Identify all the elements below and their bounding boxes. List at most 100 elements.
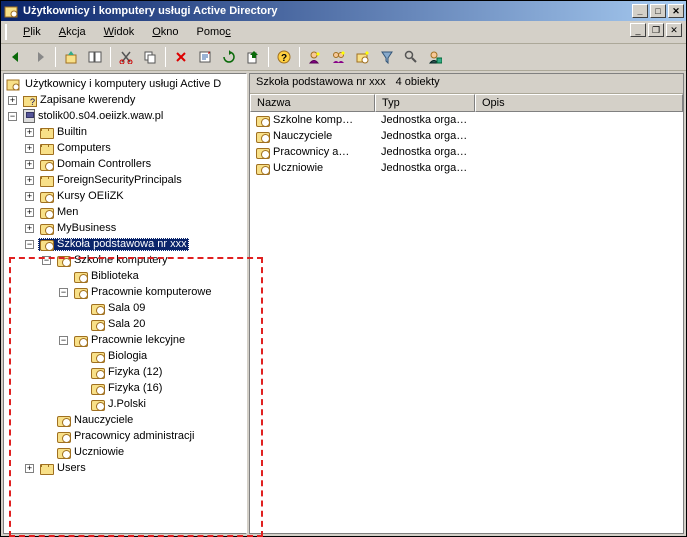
ou-icon: [91, 320, 105, 331]
menu-file[interactable]: Plik: [15, 24, 49, 40]
tree-builtin[interactable]: + Builtin: [4, 124, 246, 140]
tree-uczniowie[interactable]: Uczniowie: [4, 444, 246, 460]
tree-computers[interactable]: + Computers: [4, 140, 246, 156]
tree-fizyka16[interactable]: Fizyka (16): [4, 380, 246, 396]
menu-view[interactable]: Widok: [96, 24, 143, 40]
expander-icon[interactable]: +: [25, 208, 34, 217]
toolbar: ?: [1, 43, 686, 71]
tree-men[interactable]: + Men: [4, 204, 246, 220]
window-title: Użytkownicy i komputery usługi Active Di…: [23, 5, 632, 17]
show-hide-button[interactable]: [84, 46, 106, 68]
ou-icon: [40, 240, 54, 251]
tree-root[interactable]: Użytkownicy i komputery usługi Active D: [4, 76, 246, 92]
ou-icon: [57, 432, 71, 443]
tree-pracownicy-admin[interactable]: Pracownicy administracji: [4, 428, 246, 444]
ou-icon: [40, 192, 54, 203]
tree-sala20[interactable]: Sala 20: [4, 316, 246, 332]
new-user-button[interactable]: [304, 46, 326, 68]
maximize-button[interactable]: □: [650, 4, 666, 18]
refresh-button[interactable]: [218, 46, 240, 68]
col-name[interactable]: Nazwa: [250, 94, 375, 112]
list-item[interactable]: Nauczyciele Jednostka orga…: [250, 128, 683, 144]
tree-szkola[interactable]: − Szkoła podstawowa nr xxx: [4, 236, 246, 252]
expander-icon[interactable]: −: [59, 288, 68, 297]
tree-domain-controllers[interactable]: + Domain Controllers: [4, 156, 246, 172]
menubar-handle[interactable]: [5, 24, 11, 40]
tree-domain[interactable]: − stolik00.s04.oeiizk.waw.pl: [4, 108, 246, 124]
delete-button[interactable]: [170, 46, 192, 68]
list-pane: Szkoła podstawowa nr xxx 4 obiekty Nazwa…: [249, 73, 684, 534]
mdi-minimize-button[interactable]: _: [630, 23, 646, 37]
tree-kursy[interactable]: + Kursy OEIiZK: [4, 188, 246, 204]
folder-icon: [40, 176, 54, 187]
cut-button[interactable]: [115, 46, 137, 68]
ou-icon: [40, 208, 54, 219]
expander-icon[interactable]: −: [8, 112, 17, 121]
tree-biologia[interactable]: Biologia: [4, 348, 246, 364]
expander-icon[interactable]: −: [25, 240, 34, 249]
ou-icon: [256, 132, 270, 143]
add-user-batch-button[interactable]: [424, 46, 446, 68]
back-button[interactable]: [5, 46, 27, 68]
tree-sala09[interactable]: Sala 09: [4, 300, 246, 316]
find-button[interactable]: [400, 46, 422, 68]
help-button[interactable]: ?: [273, 46, 295, 68]
tree-fsp[interactable]: + ForeignSecurityPrincipals: [4, 172, 246, 188]
mdi-restore-button[interactable]: ❐: [648, 23, 664, 37]
app-icon: [3, 3, 19, 19]
list-item[interactable]: Pracownicy a… Jednostka orga…: [250, 144, 683, 160]
titlebar[interactable]: Użytkownicy i komputery usługi Active Di…: [1, 1, 686, 21]
close-button[interactable]: ✕: [668, 4, 684, 18]
tree-pracownie-lekcyjne[interactable]: − Pracownie lekcyjne: [4, 332, 246, 348]
copy-button[interactable]: [139, 46, 161, 68]
expander-icon[interactable]: +: [25, 464, 34, 473]
tree-nauczyciele[interactable]: Nauczyciele: [4, 412, 246, 428]
expander-icon[interactable]: +: [25, 160, 34, 169]
expander-icon[interactable]: +: [25, 176, 34, 185]
ou-icon: [91, 352, 105, 363]
tree-szkolne-komputery[interactable]: − Szkolne komputery: [4, 252, 246, 268]
expander-icon[interactable]: +: [25, 224, 34, 233]
filter-button[interactable]: [376, 46, 398, 68]
new-group-button[interactable]: [328, 46, 350, 68]
ou-icon: [57, 416, 71, 427]
tree-pracownie-komputerowe[interactable]: − Pracownie komputerowe: [4, 284, 246, 300]
ou-icon: [256, 148, 270, 159]
menu-help[interactable]: Pomoc: [189, 24, 239, 40]
tree-saved-queries[interactable]: + Zapisane kwerendy: [4, 92, 246, 108]
minimize-button[interactable]: _: [632, 4, 648, 18]
expander-icon[interactable]: +: [25, 128, 34, 137]
export-button[interactable]: [242, 46, 264, 68]
expander-icon[interactable]: +: [25, 192, 34, 201]
new-ou-button[interactable]: [352, 46, 374, 68]
expander-icon[interactable]: +: [25, 144, 34, 153]
menu-action[interactable]: Akcja: [51, 24, 94, 40]
folder-icon: [40, 128, 54, 139]
tree-pane[interactable]: Użytkownicy i komputery usługi Active D …: [3, 73, 247, 534]
up-button[interactable]: [60, 46, 82, 68]
list-item[interactable]: Uczniowie Jednostka orga…: [250, 160, 683, 176]
list-item[interactable]: Szkolne komp… Jednostka orga…: [250, 112, 683, 128]
aduc-icon: [6, 77, 22, 91]
query-folder-icon: [23, 96, 37, 107]
ou-icon: [256, 116, 270, 127]
expander-icon[interactable]: −: [59, 336, 68, 345]
expander-icon[interactable]: −: [42, 256, 51, 265]
ou-icon: [74, 288, 88, 299]
ou-icon: [57, 256, 71, 267]
tree-jpolski[interactable]: J.Polski: [4, 396, 246, 412]
tree-mybusiness[interactable]: + MyBusiness: [4, 220, 246, 236]
menu-window[interactable]: Okno: [144, 24, 186, 40]
tree-biblioteka[interactable]: Biblioteka: [4, 268, 246, 284]
mdi-close-button[interactable]: ✕: [666, 23, 682, 37]
expander-icon[interactable]: +: [8, 96, 17, 105]
ou-icon: [74, 336, 88, 347]
list-body[interactable]: Szkolne komp… Jednostka orga… Nauczyciel…: [250, 112, 683, 533]
properties-button[interactable]: [194, 46, 216, 68]
forward-button[interactable]: [29, 46, 51, 68]
col-desc[interactable]: Opis: [475, 94, 683, 112]
tree-fizyka12[interactable]: Fizyka (12): [4, 364, 246, 380]
tree-users[interactable]: + Users: [4, 460, 246, 476]
col-type[interactable]: Typ: [375, 94, 475, 112]
ou-icon: [91, 304, 105, 315]
